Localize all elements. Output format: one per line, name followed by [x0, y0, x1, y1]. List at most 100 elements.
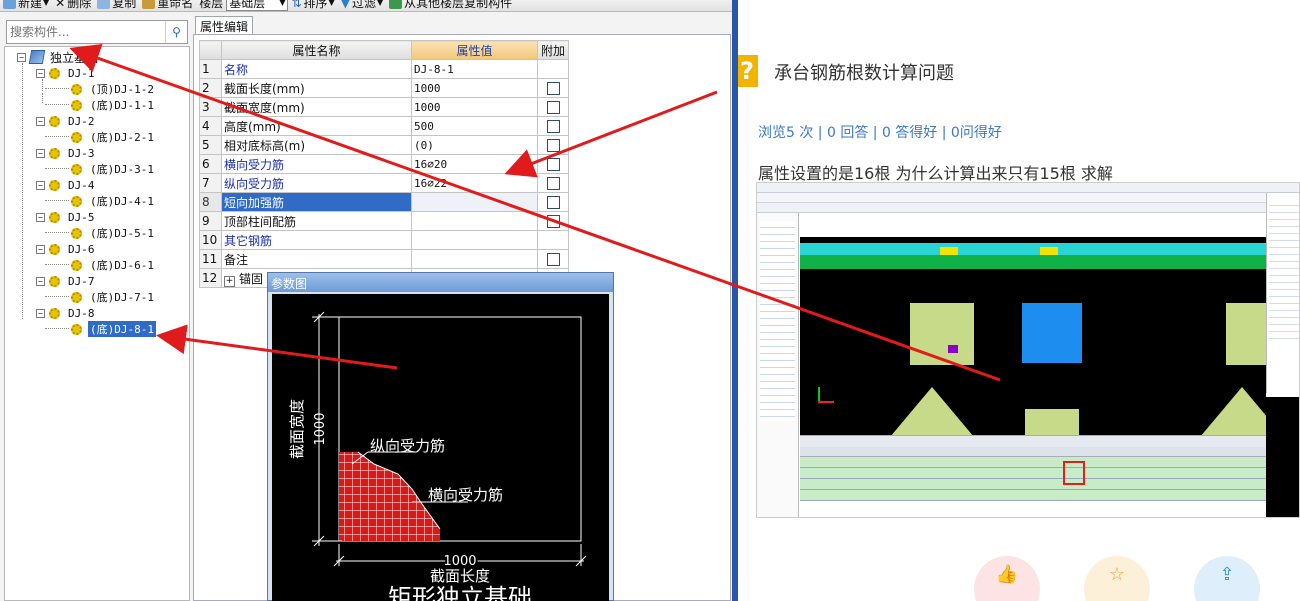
attach-cell [537, 135, 569, 155]
attach-checkbox[interactable] [546, 215, 560, 228]
prop-value[interactable] [411, 192, 538, 212]
expand-icon[interactable]: + [224, 275, 235, 287]
tree-group-dj-6[interactable]: − DJ-6 [36, 241, 97, 257]
tree-item-dj-6-1[interactable]: (底)DJ-6-1 [71, 257, 156, 273]
attach-checkbox[interactable] [546, 177, 560, 190]
prop-name: 高度(mm) [221, 116, 412, 136]
dialog-title: 参数图 [268, 273, 613, 292]
tree-item-dj-5-1[interactable]: (底)DJ-5-1 [71, 225, 156, 241]
width-value: 1000 [313, 412, 328, 445]
tree-item-dj-8-1[interactable]: (底)DJ-8-1 [71, 321, 156, 337]
tree-group-dj-2[interactable]: − DJ-2 [36, 113, 97, 129]
table-row[interactable]: 5 相对底标高(m) (0) [199, 135, 569, 155]
collapse-icon[interactable]: − [36, 308, 45, 318]
floor-label: 楼层 [196, 0, 226, 11]
attach-checkbox[interactable] [546, 196, 560, 209]
prop-value[interactable]: 1000 [411, 78, 538, 98]
attach-checkbox[interactable] [546, 101, 560, 114]
tree-item-label-selected: (底)DJ-8-1 [88, 321, 156, 337]
row-index: 6 [199, 154, 222, 174]
tree-item-dj-1-1[interactable]: (底)DJ-1-1 [71, 97, 156, 113]
collapse-icon[interactable]: − [36, 68, 45, 78]
tree-group-dj-7[interactable]: − DJ-7 [36, 273, 97, 289]
delete-icon: ✕ [55, 0, 66, 10]
attach-cell [537, 78, 569, 98]
prop-value[interactable]: DJ-8-1 [411, 59, 538, 79]
gear-icon [49, 179, 60, 191]
collapse-icon[interactable]: − [17, 52, 26, 62]
attach-checkbox[interactable] [546, 82, 560, 95]
rename-button[interactable]: 重命名 [139, 0, 196, 11]
attach-cell [537, 211, 569, 231]
share-button[interactable]: ⇪ [1194, 556, 1260, 601]
sort-button[interactable]: ⇅ 排序 ▼ [288, 0, 337, 11]
tree-root[interactable]: − 独立基础 [17, 49, 100, 65]
prop-value[interactable] [411, 211, 538, 231]
table-row[interactable]: 7 纵向受力筋 16⌀22 [199, 173, 569, 193]
tree-item-label: (底)DJ-6-1 [90, 259, 154, 272]
copy-from-floor-button[interactable]: 从其他楼层复制构件 [386, 0, 515, 11]
prop-value[interactable]: 1000 [411, 97, 538, 117]
collapse-icon[interactable]: − [36, 116, 45, 126]
search-input[interactable] [7, 22, 165, 42]
table-row[interactable]: 9 顶部柱间配筋 [199, 211, 569, 231]
prop-value[interactable]: 500 [411, 116, 538, 136]
attach-checkbox[interactable] [546, 120, 560, 133]
like-button[interactable]: 👍 [974, 556, 1040, 601]
collapse-icon[interactable]: − [36, 244, 45, 254]
copy-button[interactable]: 复制 [94, 0, 139, 11]
tree-item-dj-3-1[interactable]: (底)DJ-3-1 [71, 161, 156, 177]
attached-screenshot[interactable] [756, 182, 1300, 518]
attach-checkbox[interactable] [546, 253, 560, 266]
table-row[interactable]: 10 其它钢筋 [199, 230, 569, 250]
collapse-icon[interactable]: − [36, 148, 45, 158]
prop-value[interactable]: (0) [411, 135, 538, 155]
tree-group-dj-5[interactable]: − DJ-5 [36, 209, 97, 225]
gear-icon [49, 275, 60, 287]
filter-button[interactable]: ▼ 过滤 ▼ [338, 0, 386, 11]
sort-icon: ⇅ [291, 0, 302, 10]
favorite-button[interactable]: ☆ [1084, 556, 1150, 601]
collapse-icon[interactable]: − [36, 212, 45, 222]
attach-cell [537, 249, 569, 269]
attach-checkbox[interactable] [546, 158, 560, 171]
prop-value[interactable]: 16⌀20 [411, 154, 538, 174]
tree-group-label: DJ-5 [68, 210, 95, 224]
delete-button[interactable]: ✕ 删除 [52, 0, 94, 11]
prop-value[interactable] [411, 249, 538, 269]
attach-cell [537, 173, 569, 193]
table-row-selected[interactable]: 8 短向加强筋 [199, 192, 569, 212]
tree-item-dj-2-1[interactable]: (底)DJ-2-1 [71, 129, 156, 145]
attach-cell [537, 59, 569, 79]
tree-group-dj-1[interactable]: − DJ-1 [36, 65, 97, 81]
table-row[interactable]: 2 截面长度(mm) 1000 [199, 78, 569, 98]
tree-group-dj-4[interactable]: − DJ-4 [36, 177, 97, 193]
tree-group-dj-8[interactable]: − DJ-8 [36, 305, 97, 321]
prop-name: 截面长度(mm) [221, 78, 412, 98]
prop-value[interactable] [411, 230, 538, 250]
table-row[interactable]: 1 名称 DJ-8-1 [199, 59, 569, 79]
tree-group-label: DJ-8 [68, 306, 95, 320]
attach-checkbox[interactable] [546, 139, 560, 152]
width-label: 截面宽度 [288, 399, 306, 459]
tree-item-dj-1-2[interactable]: (顶)DJ-1-2 [71, 81, 156, 97]
collapse-icon[interactable]: − [36, 180, 45, 190]
collapse-icon[interactable]: − [36, 276, 45, 286]
table-row[interactable]: 4 高度(mm) 500 [199, 116, 569, 136]
search-icon[interactable]: ⚲ [165, 21, 187, 43]
table-row[interactable]: 6 横向受力筋 16⌀20 [199, 154, 569, 174]
attach-cell [537, 116, 569, 136]
question-stats[interactable]: 浏览5 次 | 0 回答 | 0 答得好 | 0问得好 [758, 122, 1002, 142]
rename-icon [142, 0, 156, 9]
tree-group-dj-3[interactable]: − DJ-3 [36, 145, 97, 161]
tab-property-edit[interactable]: 属性编辑 [195, 16, 253, 35]
new-button[interactable]: 新建 ▼ [0, 0, 52, 11]
table-row[interactable]: 3 截面宽度(mm) 1000 [199, 97, 569, 117]
tree-item-dj-4-1[interactable]: (底)DJ-4-1 [71, 193, 156, 209]
floor-select[interactable]: 基础层 ▼ [226, 0, 289, 11]
prop-value[interactable]: 16⌀22 [411, 173, 538, 193]
tree-item-dj-7-1[interactable]: (底)DJ-7-1 [71, 289, 156, 305]
gear-icon [49, 67, 60, 79]
attach-cell [537, 97, 569, 117]
table-row[interactable]: 11 备注 [199, 249, 569, 269]
